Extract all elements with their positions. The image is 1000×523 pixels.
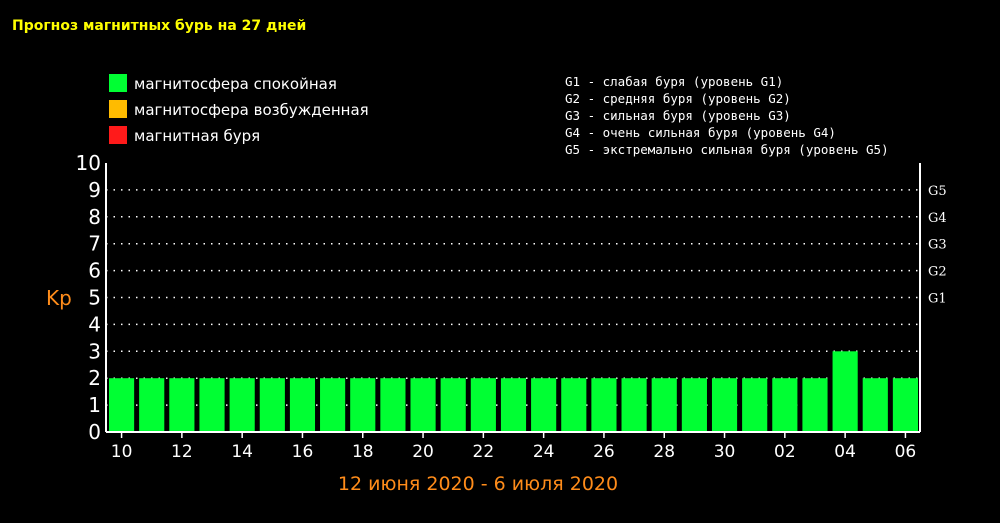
bar-day-12 [169, 378, 195, 432]
bar-day-30 [711, 378, 738, 432]
grid-lines [106, 189, 920, 406]
g-level-label: G4 [928, 211, 947, 226]
y-tick-label: 5 [88, 286, 101, 310]
bar-day-22 [470, 378, 496, 432]
storm-level-list: G1 - слабая буря (уровень G1) G2 - средн… [565, 74, 889, 157]
bar-day-04 [832, 351, 858, 432]
g-level-label: G3 [928, 238, 947, 253]
page-title: Прогноз магнитных бурь на 27 дней [12, 18, 306, 34]
x-tick-label: 28 [653, 442, 675, 462]
bar-day-05 [862, 378, 888, 432]
magnetic-storm-chart: Прогноз магнитных бурь на 27 дней магнит… [12, 18, 947, 495]
bar-day-10 [109, 378, 135, 432]
x-tick-label: 24 [533, 442, 555, 462]
x-tick-label: 06 [895, 442, 917, 462]
g-level-label: G2 [928, 265, 947, 280]
x-tick-label: 12 [171, 442, 193, 462]
g-level-labels: G1 G2 G3 G4 G5 [928, 184, 947, 307]
bar-day-18 [350, 378, 376, 432]
bar-day-25 [561, 378, 587, 432]
bar-day-16 [289, 378, 316, 432]
x-tick-label: 04 [834, 442, 856, 462]
date-range: 12 июня 2020 - 6 июля 2020 [338, 473, 618, 495]
x-tick-labels: 10 12 14 16 18 20 22 24 26 28 30 02 04 06 [111, 432, 916, 462]
x-tick-label: 10 [111, 442, 133, 462]
x-tick-label: 16 [292, 442, 314, 462]
bar-day-17 [320, 378, 346, 432]
x-tick-label: 22 [473, 442, 495, 462]
legend: магнитосфера спокойная магнитосфера возб… [109, 74, 369, 145]
legend-label-excited: магнитосфера возбужденная [134, 101, 369, 119]
y-tick-label: 1 [88, 393, 101, 417]
g-level-label: G1 [928, 292, 947, 307]
bar-day-26 [591, 378, 617, 432]
bar-day-03 [802, 378, 828, 432]
y-tick-label: 7 [88, 232, 101, 256]
bar-day-01 [742, 378, 768, 432]
y-tick-label: 9 [88, 178, 101, 202]
x-tick-label: 14 [231, 442, 253, 462]
storm-level-g4: G4 - очень сильная буря (уровень G4) [565, 125, 836, 140]
storm-level-g1: G1 - слабая буря (уровень G1) [565, 74, 783, 89]
bar-day-11 [139, 378, 165, 432]
bar-day-21 [440, 378, 466, 432]
y-axis-label: Kp [46, 286, 72, 310]
bar-day-15 [259, 378, 285, 432]
y-tick-label: 2 [88, 366, 101, 390]
bar-day-13 [199, 378, 225, 432]
bars [109, 351, 918, 432]
legend-swatch-excited [109, 100, 127, 118]
y-tick-label: 4 [88, 312, 101, 336]
legend-label-storm: магнитная буря [134, 127, 260, 145]
bar-day-14 [229, 378, 255, 432]
legend-swatch-storm [109, 126, 127, 144]
y-tick-labels: 0 1 2 3 45 6 7 8 9 10 [76, 151, 101, 444]
y-tick-label: 8 [88, 205, 101, 229]
bar-day-27 [621, 378, 647, 432]
legend-swatch-calm [109, 74, 127, 92]
storm-level-g5: G5 - экстремально сильная буря (уровень … [565, 142, 889, 157]
g-level-label: G5 [928, 184, 947, 199]
y-tick-label: 10 [76, 151, 101, 175]
legend-label-calm: магнитосфера спокойная [134, 75, 337, 93]
x-tick-label: 26 [593, 442, 615, 462]
bar-day-20 [410, 378, 436, 432]
bar-day-29 [681, 378, 707, 432]
y-tick-label: 3 [88, 339, 101, 363]
bar-day-28 [651, 378, 677, 432]
storm-level-g2: G2 - средняя буря (уровень G2) [565, 91, 791, 106]
storm-level-g3: G3 - сильная буря (уровень G3) [565, 108, 791, 123]
x-tick-label: 02 [774, 442, 796, 462]
x-tick-label: 18 [352, 442, 374, 462]
bar-day-02 [772, 378, 798, 432]
y-tick-label: 0 [88, 420, 101, 444]
y-tick-label: 6 [88, 259, 101, 283]
bar-day-19 [380, 378, 406, 432]
x-tick-label: 20 [412, 442, 434, 462]
bar-day-23 [500, 378, 527, 432]
bar-day-24 [531, 378, 557, 432]
x-tick-label: 30 [714, 442, 736, 462]
bar-day-06 [892, 378, 918, 432]
